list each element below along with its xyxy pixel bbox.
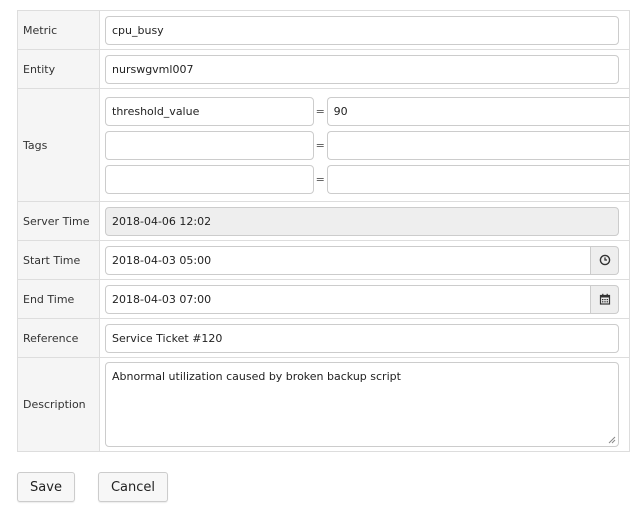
resize-grip-icon[interactable] — [608, 436, 616, 444]
end-time-row: End Time 2018-04-03 07:00 — [17, 279, 630, 319]
tags-row: Tags threshold_value = 90 = = — [17, 88, 630, 202]
tags-label: Tags — [17, 88, 100, 202]
tag-key-input[interactable]: threshold_value — [105, 96, 314, 126]
tag-row: = — [105, 164, 629, 194]
description-row: Description Abnormal utilization caused … — [17, 357, 630, 452]
server-time-row: Server Time 2018-04-06 12:02 — [17, 201, 630, 241]
reference-row: Reference Service Ticket #120 — [17, 318, 630, 358]
annotation-form: Metric cpu_busy Entity nurswgvml007 Tags… — [17, 10, 630, 452]
description-textarea[interactable]: Abnormal utilization caused by broken ba… — [105, 362, 619, 447]
entity-input[interactable]: nurswgvml007 — [105, 54, 619, 84]
entity-row: Entity nurswgvml007 — [17, 49, 630, 89]
metric-row: Metric cpu_busy — [17, 10, 630, 50]
server-time-label: Server Time — [17, 201, 100, 241]
tag-separator: = — [315, 138, 325, 152]
tag-separator: = — [315, 104, 325, 118]
entity-label: Entity — [17, 49, 100, 89]
tag-row: = — [105, 130, 629, 160]
metric-input[interactable]: cpu_busy — [105, 15, 619, 45]
tag-value-input[interactable] — [326, 130, 629, 160]
end-time-group: 2018-04-03 07:00 — [105, 284, 619, 314]
clock-icon[interactable] — [591, 245, 619, 275]
start-time-row: Start Time 2018-04-03 05:00 — [17, 240, 630, 280]
metric-label: Metric — [17, 10, 100, 50]
tag-separator: = — [315, 172, 325, 186]
cancel-button[interactable]: Cancel — [98, 472, 168, 502]
reference-input[interactable]: Service Ticket #120 — [105, 323, 619, 353]
tag-key-input[interactable] — [105, 164, 314, 194]
save-button[interactable]: Save — [17, 472, 75, 502]
description-text: Abnormal utilization caused by broken ba… — [112, 370, 401, 383]
end-time-label: End Time — [17, 279, 100, 319]
tag-value-input[interactable]: 90 — [326, 96, 629, 126]
start-time-group: 2018-04-03 05:00 — [105, 245, 619, 275]
description-label: Description — [17, 357, 100, 452]
calendar-icon[interactable] — [591, 284, 619, 314]
server-time-field: 2018-04-06 12:02 — [105, 206, 619, 236]
tag-key-input[interactable] — [105, 130, 314, 160]
start-time-input[interactable]: 2018-04-03 05:00 — [105, 245, 591, 275]
start-time-label: Start Time — [17, 240, 100, 280]
tag-value-input[interactable] — [326, 164, 629, 194]
reference-label: Reference — [17, 318, 100, 358]
tag-row: threshold_value = 90 — [105, 96, 629, 126]
end-time-input[interactable]: 2018-04-03 07:00 — [105, 284, 591, 314]
